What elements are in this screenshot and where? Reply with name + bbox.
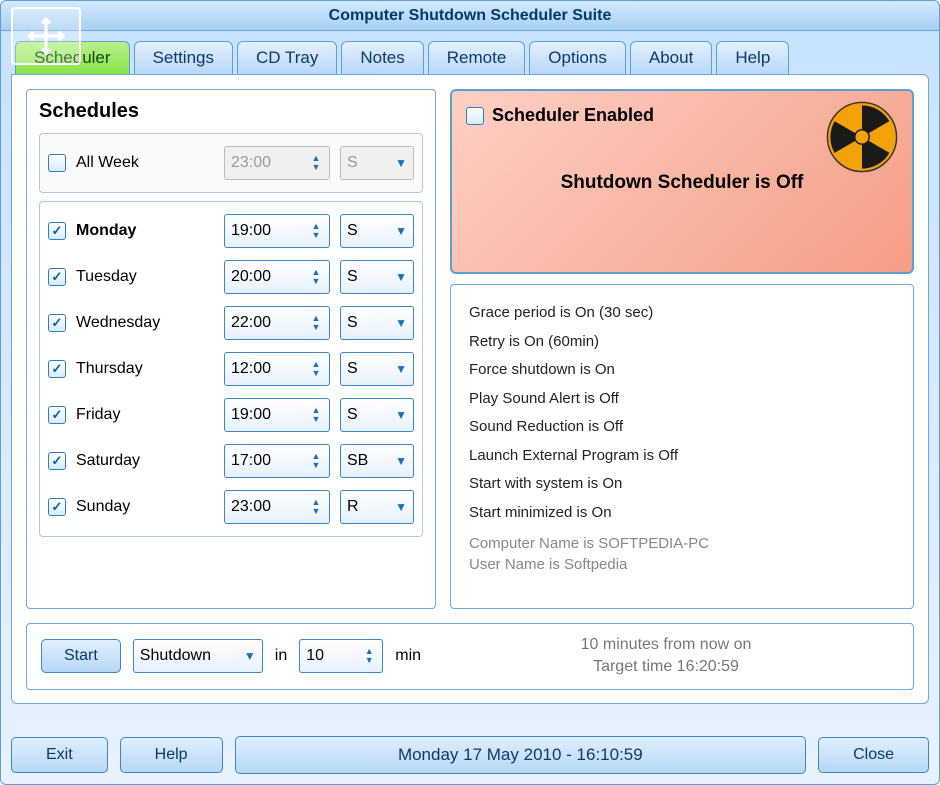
start-button[interactable]: Start — [41, 639, 121, 673]
day-checkbox[interactable] — [48, 360, 66, 378]
day-label: Monday — [76, 222, 214, 240]
tab-cd-tray[interactable]: CD Tray — [237, 41, 337, 74]
info-line: Start minimized is On — [469, 499, 895, 528]
title-bar: Computer Shutdown Scheduler Suite — [1, 1, 939, 31]
countdown-text: 10 minutes from now on Target time 16:20… — [433, 634, 899, 679]
day-time-spinner[interactable]: 20:00▲▼ — [224, 260, 330, 294]
schedule-row-thursday: Thursday 12:00▲▼ S▼ — [48, 346, 414, 392]
info-line: Play Sound Alert is Off — [469, 385, 895, 414]
chevron-down-icon: ▼ — [395, 454, 407, 468]
chevron-down-icon: ▼ — [395, 500, 407, 514]
all-week-checkbox[interactable] — [48, 154, 66, 172]
day-action-combo[interactable]: S▼ — [340, 306, 414, 340]
day-time-spinner[interactable]: 12:00▲▼ — [224, 352, 330, 386]
schedule-row-friday: Friday 19:00▲▼ S▼ — [48, 392, 414, 438]
computer-name-line: Computer Name is SOFTPEDIA-PC — [469, 533, 895, 554]
status-title: Scheduler Enabled — [492, 105, 654, 126]
tab-settings[interactable]: Settings — [134, 41, 233, 74]
chevron-down-icon: ▼ — [395, 224, 407, 238]
day-action-combo[interactable]: R▼ — [340, 490, 414, 524]
status-message: Shutdown Scheduler is Off — [466, 172, 898, 194]
schedules-heading: Schedules — [39, 100, 423, 123]
day-label: Wednesday — [76, 314, 214, 332]
in-label: in — [275, 647, 287, 665]
minutes-spinner[interactable]: 10 ▲▼ — [299, 639, 383, 673]
chevron-down-icon: ▼ — [395, 408, 407, 422]
all-week-label: All Week — [76, 154, 214, 172]
tab-strip: SchedulerSettingsCD TrayNotesRemoteOptio… — [1, 31, 939, 74]
info-line: Launch External Program is Off — [469, 442, 895, 471]
day-label: Thursday — [76, 360, 214, 378]
hazard-icon — [826, 101, 898, 173]
info-line: Sound Reduction is Off — [469, 413, 895, 442]
move-window-icon[interactable] — [11, 7, 81, 65]
exit-button[interactable]: Exit — [11, 737, 108, 773]
day-action-combo[interactable]: S▼ — [340, 260, 414, 294]
day-time-spinner[interactable]: 22:00▲▼ — [224, 306, 330, 340]
schedule-row-sunday: Sunday 23:00▲▼ R▼ — [48, 484, 414, 530]
day-label: Sunday — [76, 498, 214, 516]
day-checkbox[interactable] — [48, 222, 66, 240]
info-line: Retry is On (60min) — [469, 328, 895, 357]
scheduler-enabled-checkbox[interactable] — [466, 107, 484, 125]
day-checkbox[interactable] — [48, 452, 66, 470]
day-checkbox[interactable] — [48, 406, 66, 424]
chevron-down-icon: ▼ — [395, 362, 407, 376]
tab-notes[interactable]: Notes — [341, 41, 423, 74]
day-label: Friday — [76, 406, 214, 424]
day-checkbox[interactable] — [48, 314, 66, 332]
quick-action-combo[interactable]: Shutdown ▼ — [133, 639, 263, 673]
day-action-combo[interactable]: SB▼ — [340, 444, 414, 478]
day-action-combo[interactable]: S▼ — [340, 398, 414, 432]
status-panel: Scheduler Enabled Shutdown Scheduler is … — [450, 89, 914, 274]
content-area: Schedules All Week 23:00 ▲▼ S ▼ — [11, 74, 929, 704]
schedule-row-tuesday: Tuesday 20:00▲▼ S▼ — [48, 254, 414, 300]
info-line: Force shutdown is On — [469, 356, 895, 385]
info-panel: Grace period is On (30 sec)Retry is On (… — [450, 284, 914, 609]
tab-remote[interactable]: Remote — [428, 41, 526, 74]
min-label: min — [395, 647, 421, 665]
day-action-combo[interactable]: S▼ — [340, 352, 414, 386]
chevron-down-icon: ▼ — [395, 316, 407, 330]
schedule-row-wednesday: Wednesday 22:00▲▼ S▼ — [48, 300, 414, 346]
all-week-time-spinner: 23:00 ▲▼ — [224, 146, 330, 180]
day-time-spinner[interactable]: 19:00▲▼ — [224, 214, 330, 248]
close-button[interactable]: Close — [818, 737, 929, 773]
help-button[interactable]: Help — [120, 737, 223, 773]
day-checkbox[interactable] — [48, 498, 66, 516]
day-action-combo[interactable]: S▼ — [340, 214, 414, 248]
day-time-spinner[interactable]: 19:00▲▼ — [224, 398, 330, 432]
info-line: Grace period is On (30 sec) — [469, 299, 895, 328]
schedule-row-saturday: Saturday 17:00▲▼ SB▼ — [48, 438, 414, 484]
tab-about[interactable]: About — [630, 41, 712, 74]
bottom-bar: Exit Help Monday 17 May 2010 - 16:10:59 … — [11, 736, 929, 774]
app-window: Computer Shutdown Scheduler Suite Schedu… — [0, 0, 940, 785]
all-week-group: All Week 23:00 ▲▼ S ▼ — [39, 133, 423, 193]
tab-options[interactable]: Options — [529, 41, 626, 74]
days-group: Monday19:00▲▼S▼Tuesday20:00▲▼S▼Wednesday… — [39, 201, 423, 537]
window-title: Computer Shutdown Scheduler Suite — [329, 7, 612, 24]
chevron-down-icon: ▼ — [244, 649, 256, 663]
datetime-display: Monday 17 May 2010 - 16:10:59 — [235, 736, 807, 774]
chevron-down-icon: ▼ — [395, 270, 407, 284]
info-line: Start with system is On — [469, 470, 895, 499]
tab-help[interactable]: Help — [716, 41, 789, 74]
schedules-panel: Schedules All Week 23:00 ▲▼ S ▼ — [26, 89, 436, 609]
all-week-row: All Week 23:00 ▲▼ S ▼ — [48, 140, 414, 186]
day-time-spinner[interactable]: 17:00▲▼ — [224, 444, 330, 478]
day-checkbox[interactable] — [48, 268, 66, 286]
user-name-line: User Name is Softpedia — [469, 554, 895, 575]
day-time-spinner[interactable]: 23:00▲▼ — [224, 490, 330, 524]
day-label: Saturday — [76, 452, 214, 470]
quick-action-row: Start Shutdown ▼ in 10 ▲▼ min 10 minutes… — [26, 623, 914, 690]
all-week-action-combo: S ▼ — [340, 146, 414, 180]
day-label: Tuesday — [76, 268, 214, 286]
schedule-row-monday: Monday 19:00▲▼ S▼ — [48, 208, 414, 254]
